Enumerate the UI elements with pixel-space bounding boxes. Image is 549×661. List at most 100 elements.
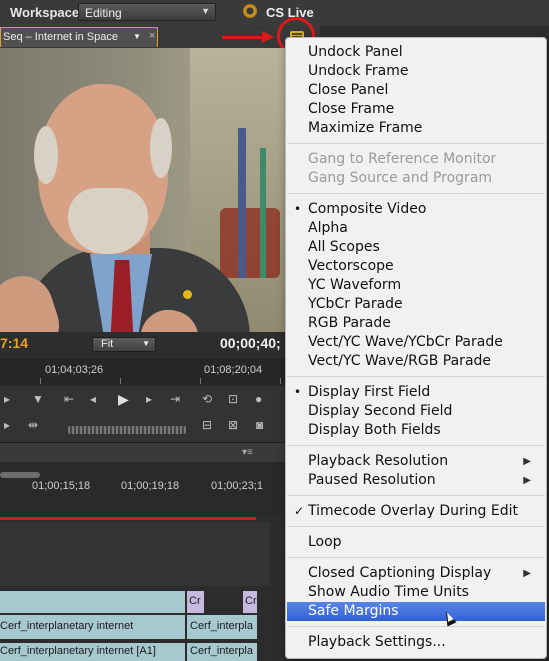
clip[interactable]: Cerf_interpla <box>187 615 257 639</box>
clip[interactable]: Cerf_interplanetary internet [A1] <box>0 643 185 661</box>
step-back-icon[interactable]: ▸ <box>4 392 10 406</box>
tab-sequence[interactable]: Seq – Internet in Space ▼ × <box>0 27 158 47</box>
menu-item-label: Vect/YC Wave/YCbCr Parade <box>308 334 503 350</box>
menu-item[interactable]: Maximize Frame <box>287 119 545 138</box>
menu-item[interactable]: Vect/YC Wave/RGB Parade <box>287 352 545 371</box>
menu-item-label: All Scopes <box>308 239 380 255</box>
menu-item-label: YCbCr Parade <box>308 296 403 312</box>
menu-item-label: Alpha <box>308 220 348 236</box>
clip[interactable]: Cerf_interpla <box>187 643 257 661</box>
speaker-hair <box>150 118 172 178</box>
bullet-icon: • <box>294 202 302 216</box>
clip-label: Cerf_interpla <box>190 620 253 632</box>
menu-item[interactable]: Vect/YC Wave/YCbCr Parade <box>287 333 545 352</box>
clip-label: Cerf_interpla <box>190 645 253 657</box>
menu-item[interactable]: RGB Parade <box>287 314 545 333</box>
menu-item[interactable]: ✓ Timecode Overlay During Edit <box>287 502 545 521</box>
menu-separator <box>287 445 545 446</box>
program-monitor-video[interactable] <box>0 48 320 332</box>
lift-icon[interactable]: ⊟ <box>202 418 212 432</box>
chevron-down-icon[interactable]: ▼ <box>133 32 141 41</box>
menu-item[interactable]: Undock Frame <box>287 62 545 81</box>
empty-track[interactable] <box>0 522 270 586</box>
tab-sequence-label: Seq – Internet in Space <box>3 31 118 43</box>
jog-slider[interactable] <box>68 426 186 434</box>
menu-item[interactable]: Vectorscope <box>287 257 545 276</box>
menu-separator <box>287 143 545 144</box>
extract-icon[interactable]: ⊠ <box>228 418 238 432</box>
timeline-panel-menu-icon[interactable]: ▾≡ <box>242 447 253 458</box>
loop-icon[interactable]: ⟲ <box>202 392 212 406</box>
step-forward-icon[interactable]: ▸ <box>146 392 152 406</box>
workspace-select[interactable]: Editing ▼ <box>78 3 216 21</box>
chevron-down-icon: ▼ <box>201 6 210 16</box>
work-area-bar[interactable] <box>0 472 40 478</box>
background-model <box>238 128 246 278</box>
bullet-icon: • <box>294 385 302 399</box>
safe-margins-icon[interactable]: ⊡ <box>228 392 238 406</box>
menu-item[interactable]: YCbCr Parade <box>287 295 545 314</box>
menu-item-label: RGB Parade <box>308 315 391 331</box>
menu-item[interactable]: All Scopes <box>287 238 545 257</box>
submenu-arrow-icon: ▶ <box>523 568 531 579</box>
marker-icon[interactable]: ▼ <box>32 392 44 406</box>
menu-item-label: Timecode Overlay During Edit <box>308 503 518 519</box>
menu-separator <box>287 193 545 194</box>
menu-item-label: Safe Margins <box>308 603 399 619</box>
ruler-tick <box>40 378 41 384</box>
ruler-tick <box>280 378 281 384</box>
menu-item[interactable]: Undock Panel <box>287 43 545 62</box>
shuttle-icon[interactable]: ⇹ <box>28 418 38 432</box>
play-icon[interactable]: ▶ <box>118 391 129 408</box>
menu-item[interactable]: Paused Resolution ▶ <box>287 471 545 490</box>
menu-item-label: Close Panel <box>308 82 389 98</box>
output-icon[interactable]: ● <box>255 392 262 406</box>
clip[interactable]: Cr <box>187 591 204 613</box>
menu-item[interactable]: Playback Resolution ▶ <box>287 452 545 471</box>
zoom-select[interactable]: Fit ▼ <box>92 337 156 352</box>
menu-item[interactable]: Closed Captioning Display ▶ <box>287 564 545 583</box>
menu-item-label: Vectorscope <box>308 258 394 274</box>
menu-item[interactable]: Show Audio Time Units <box>287 583 545 602</box>
menu-item[interactable]: Display Second Field <box>287 402 545 421</box>
menu-item[interactable]: Safe Margins <box>287 602 545 621</box>
trim-icon[interactable]: ▸ <box>4 418 10 432</box>
menu-separator <box>287 376 545 377</box>
menu-item[interactable]: Close Frame <box>287 100 545 119</box>
clip[interactable] <box>0 591 185 613</box>
menu-item: Gang Source and Program <box>287 169 545 188</box>
menu-item-label: YC Waveform <box>308 277 402 293</box>
red-arrow-head-icon <box>262 31 274 43</box>
step-backward-icon[interactable]: ◂ <box>90 392 96 406</box>
menu-separator <box>287 526 545 527</box>
clip[interactable]: Cr <box>243 591 257 613</box>
timeline-header <box>0 442 320 463</box>
cs-live-icon[interactable] <box>243 4 257 18</box>
menu-item-label: Gang Source and Program <box>308 170 493 186</box>
menu-item[interactable]: Alpha <box>287 219 545 238</box>
go-to-out-icon[interactable]: ⇥ <box>170 392 180 406</box>
ruler-tick <box>200 378 201 384</box>
background-object <box>220 208 280 278</box>
workspace-label: Workspace: <box>10 5 84 20</box>
menu-item[interactable]: YC Waveform <box>287 276 545 295</box>
lapel-pin <box>183 290 192 299</box>
menu-item-label: Close Frame <box>308 101 395 117</box>
menu-item[interactable]: • Display First Field <box>287 383 545 402</box>
menu-item-label: Vect/YC Wave/RGB Parade <box>308 353 492 369</box>
current-timecode[interactable]: 7:14 <box>0 335 28 351</box>
camera-icon[interactable]: ◙ <box>256 418 263 432</box>
menu-item[interactable]: Playback Settings... <box>287 633 545 652</box>
menu-item[interactable]: Close Panel <box>287 81 545 100</box>
menu-item[interactable]: Loop <box>287 533 545 552</box>
submenu-arrow-icon: ▶ <box>523 456 531 467</box>
clip[interactable]: Cerf_interplanetary internet <box>0 615 185 639</box>
menu-item: Gang to Reference Monitor <box>287 150 545 169</box>
speaker-hair <box>34 126 58 184</box>
checkmark-icon: ✓ <box>294 504 305 518</box>
close-icon[interactable]: × <box>149 30 155 42</box>
menu-item-label: Closed Captioning Display <box>308 565 492 581</box>
go-to-in-icon[interactable]: ⇤ <box>64 392 74 406</box>
menu-item[interactable]: • Composite Video <box>287 200 545 219</box>
menu-item[interactable]: Display Both Fields <box>287 421 545 440</box>
